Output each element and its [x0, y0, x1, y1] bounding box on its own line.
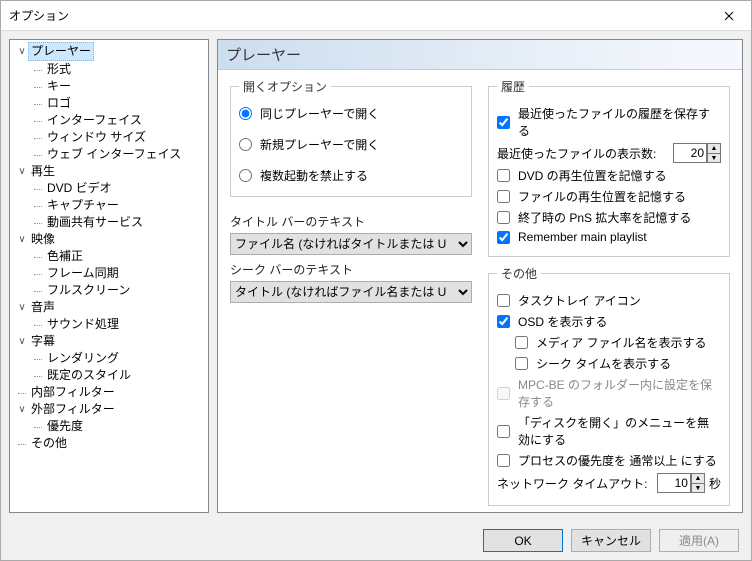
- check-remember-pns[interactable]: [497, 211, 510, 224]
- tree-format[interactable]: 形式: [32, 61, 206, 78]
- recent-count-input[interactable]: [673, 143, 707, 163]
- other-legend: その他: [497, 265, 541, 282]
- check-remember-dvd[interactable]: [497, 169, 510, 182]
- category-tree[interactable]: ∨プレーヤー 形式 キー ロゴ インターフェイス ウィンドウ サイズ ウェブ イ…: [9, 39, 209, 513]
- check-mpc-folder-label: MPC-BE のフォルダー内に設定を保存する: [518, 376, 721, 410]
- tree-externalfilters[interactable]: ∨外部フィルター: [16, 401, 206, 418]
- check-remember-pns-label: 終了時の PnS 拡大率を記憶する: [518, 209, 691, 226]
- radio-same-player[interactable]: [239, 107, 252, 120]
- tree-dvd[interactable]: DVD ビデオ: [32, 180, 206, 197]
- tree-other[interactable]: その他: [16, 435, 206, 452]
- seconds-label: 秒: [709, 475, 721, 492]
- collapse-icon[interactable]: ∨: [16, 299, 28, 316]
- tree-capture[interactable]: キャプチャー: [32, 197, 206, 214]
- content-body: 開くオプション 同じプレーヤーで開く 新規プレーヤーで開く 複数起動を禁止する …: [218, 70, 742, 512]
- close-button[interactable]: [707, 1, 751, 31]
- check-tray-icon[interactable]: [497, 294, 510, 307]
- network-timeout-spinner[interactable]: ▲▼: [657, 473, 705, 493]
- titlebar: オプション: [1, 1, 751, 31]
- check-disable-disc-menu-label: 「ディスクを開く」のメニューを無効にする: [518, 414, 721, 448]
- check-process-priority-label: プロセスの優先度を 通常以上 にする: [518, 452, 717, 469]
- radio-new-player[interactable]: [239, 138, 252, 151]
- check-show-osd[interactable]: [497, 315, 510, 328]
- collapse-icon[interactable]: ∨: [16, 163, 28, 180]
- tree-logo[interactable]: ロゴ: [32, 95, 206, 112]
- content-panel: プレーヤー 開くオプション 同じプレーヤーで開く 新規プレーヤーで開く 複数起動…: [217, 39, 743, 513]
- other-group: その他 タスクトレイ アイコン OSD を表示する メディア ファイル名を表示す…: [488, 265, 730, 506]
- collapse-icon[interactable]: ∨: [16, 401, 28, 418]
- tree-video[interactable]: ∨映像: [16, 231, 206, 248]
- check-disable-disc-menu[interactable]: [497, 425, 510, 438]
- spin-up-icon[interactable]: ▲: [707, 143, 721, 153]
- check-remember-file[interactable]: [497, 190, 510, 203]
- apply-button: 適用(A): [659, 529, 739, 552]
- check-remember-file-label: ファイルの再生位置を記憶する: [518, 188, 686, 205]
- seekbar-text-label: シーク バーのテキスト: [230, 261, 472, 278]
- radio-no-multi[interactable]: [239, 169, 252, 182]
- tree-key[interactable]: キー: [32, 78, 206, 95]
- seekbar-text-select[interactable]: タイトル (なければファイル名または U: [230, 281, 472, 303]
- network-timeout-input[interactable]: [657, 473, 691, 493]
- tree-fullscreen[interactable]: フルスクリーン: [32, 282, 206, 299]
- radio-same-player-label: 同じプレーヤーで開く: [260, 105, 379, 122]
- recent-count-label: 最近使ったファイルの表示数:: [497, 145, 656, 162]
- tree-sound[interactable]: サウンド処理: [32, 316, 206, 333]
- body: ∨プレーヤー 形式 キー ロゴ インターフェイス ウィンドウ サイズ ウェブ イ…: [1, 31, 751, 521]
- tree-subtitles[interactable]: ∨字幕: [16, 333, 206, 350]
- check-remember-playlist-label: Remember main playlist: [518, 230, 647, 244]
- open-options-legend: 開くオプション: [239, 78, 331, 95]
- history-legend: 履歴: [497, 78, 529, 95]
- check-osd-seektime[interactable]: [515, 357, 528, 370]
- tree-framesync[interactable]: フレーム同期: [32, 265, 206, 282]
- spin-up-icon[interactable]: ▲: [691, 473, 705, 483]
- check-osd-filename[interactable]: [515, 336, 528, 349]
- ok-button[interactable]: OK: [483, 529, 563, 552]
- collapse-icon[interactable]: ∨: [16, 43, 28, 60]
- tree-videoshare[interactable]: 動画共有サービス: [32, 214, 206, 231]
- tree-windowsize[interactable]: ウィンドウ サイズ: [32, 129, 206, 146]
- spin-down-icon[interactable]: ▼: [707, 153, 721, 163]
- history-group: 履歴 最近使ったファイルの履歴を保存する 最近使ったファイルの表示数: ▲▼ D…: [488, 78, 730, 257]
- options-window: オプション ∨プレーヤー 形式 キー ロゴ インターフェイス ウィンドウ サイズ…: [0, 0, 752, 561]
- cancel-button[interactable]: キャンセル: [571, 529, 651, 552]
- tree-rendering[interactable]: レンダリング: [32, 350, 206, 367]
- radio-new-player-label: 新規プレーヤーで開く: [260, 136, 379, 153]
- tree-audio[interactable]: ∨音声: [16, 299, 206, 316]
- check-save-recent-label: 最近使ったファイルの履歴を保存する: [518, 105, 721, 139]
- tree-internalfilters[interactable]: 内部フィルター: [16, 384, 206, 401]
- open-options-group: 開くオプション 同じプレーヤーで開く 新規プレーヤーで開く 複数起動を禁止する: [230, 78, 472, 197]
- tree-playback[interactable]: ∨再生: [16, 163, 206, 180]
- titlebar-text-select[interactable]: ファイル名 (なければタイトルまたは U: [230, 233, 472, 255]
- check-process-priority[interactable]: [497, 454, 510, 467]
- page-title: プレーヤー: [218, 40, 742, 70]
- recent-count-spinner[interactable]: ▲▼: [673, 143, 721, 163]
- tree-defaultstyle[interactable]: 既定のスタイル: [32, 367, 206, 384]
- check-remember-dvd-label: DVD の再生位置を記憶する: [518, 167, 667, 184]
- spin-down-icon[interactable]: ▼: [691, 483, 705, 493]
- tree-color[interactable]: 色補正: [32, 248, 206, 265]
- close-icon: [724, 11, 734, 21]
- footer: OK キャンセル 適用(A): [1, 521, 751, 560]
- network-timeout-label: ネットワーク タイムアウト:: [497, 475, 647, 492]
- collapse-icon[interactable]: ∨: [16, 231, 28, 248]
- check-show-osd-label: OSD を表示する: [518, 313, 607, 330]
- radio-no-multi-label: 複数起動を禁止する: [260, 167, 368, 184]
- check-tray-icon-label: タスクトレイ アイコン: [518, 292, 641, 309]
- check-remember-playlist[interactable]: [497, 231, 510, 244]
- tree-webinterface[interactable]: ウェブ インターフェイス: [32, 146, 206, 163]
- check-osd-filename-label: メディア ファイル名を表示する: [536, 334, 707, 351]
- tree-priority[interactable]: 優先度: [32, 418, 206, 435]
- tree-player[interactable]: ∨プレーヤー: [16, 42, 206, 61]
- titlebar-text-label: タイトル バーのテキスト: [230, 213, 472, 230]
- check-mpc-folder: [497, 387, 510, 400]
- collapse-icon[interactable]: ∨: [16, 333, 28, 350]
- window-title: オプション: [9, 7, 707, 24]
- check-osd-seektime-label: シーク タイムを表示する: [536, 355, 671, 372]
- tree-interface[interactable]: インターフェイス: [32, 112, 206, 129]
- check-save-recent[interactable]: [497, 116, 510, 129]
